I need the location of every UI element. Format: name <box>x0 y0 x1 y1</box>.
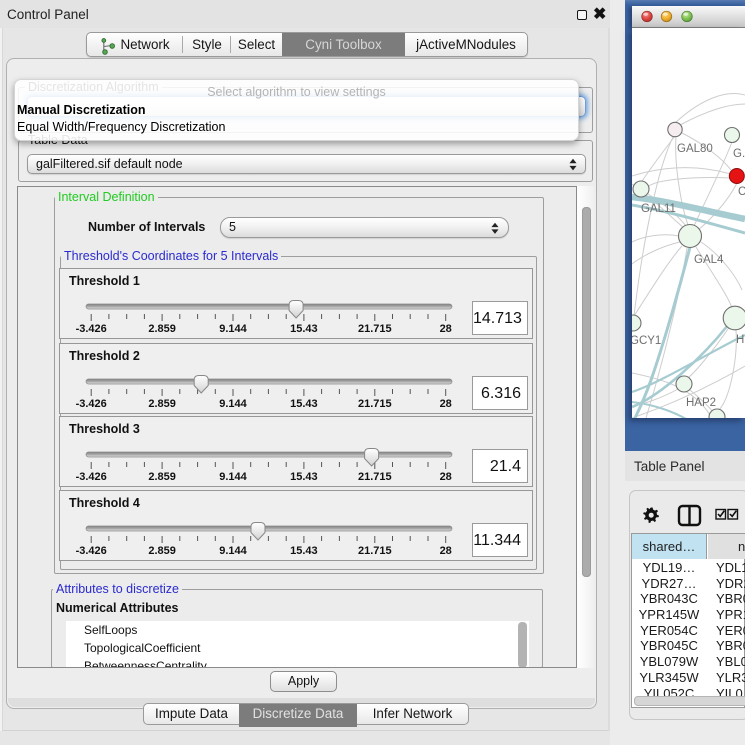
svg-text:HAP2: HAP2 <box>686 397 716 409</box>
svg-text:GAL4: GAL4 <box>694 254 724 266</box>
svg-text:GCY1: GCY1 <box>632 335 661 347</box>
svg-text:GAL11: GAL11 <box>641 203 676 215</box>
svg-text:G.: G. <box>733 148 745 160</box>
svg-text:C: C <box>738 186 745 198</box>
svg-text:H: H <box>736 334 744 346</box>
svg-text:GAL80: GAL80 <box>677 143 713 155</box>
